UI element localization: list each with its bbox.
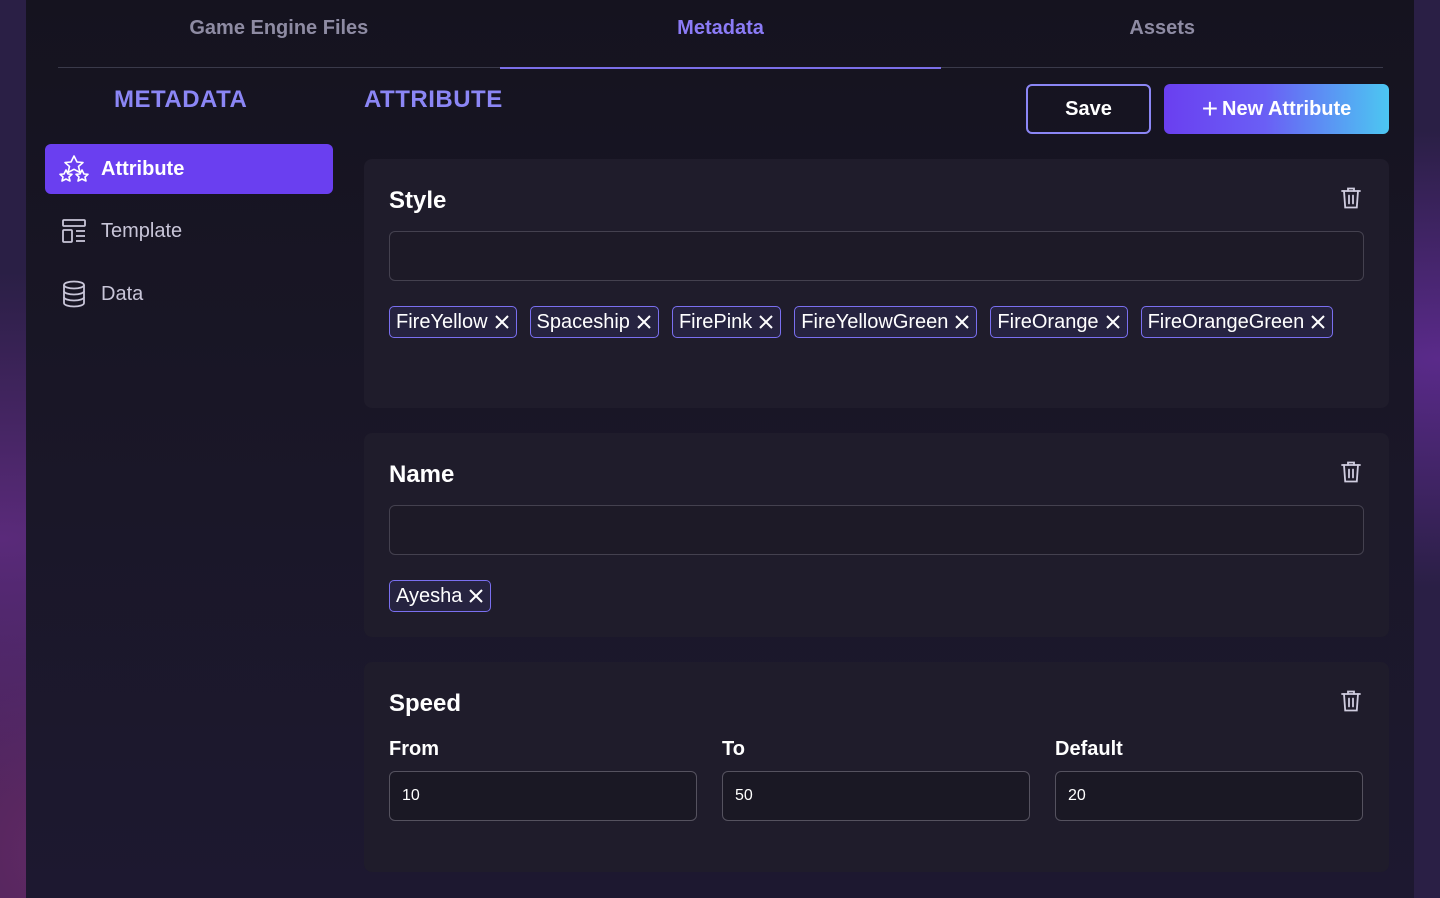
from-input[interactable] [389, 771, 697, 821]
name-input[interactable] [389, 505, 1364, 555]
new-attribute-label: New Attribute [1222, 97, 1352, 120]
trash-icon[interactable] [1338, 185, 1364, 211]
page-title: ATTRIBUTE [364, 86, 503, 113]
card-title: Style [389, 187, 447, 214]
tag-label: Spaceship [536, 310, 630, 333]
tab-assets[interactable]: Assets [941, 0, 1383, 68]
plus-icon: + [1201, 93, 1219, 124]
close-icon[interactable] [758, 314, 774, 330]
sidebar-item-label: Attribute [101, 157, 185, 180]
close-icon[interactable] [494, 314, 510, 330]
to-label: To [722, 738, 745, 760]
top-tabs: Game Engine Files Metadata Assets [58, 0, 1383, 69]
close-icon[interactable] [636, 314, 652, 330]
tab-metadata[interactable]: Metadata [499, 0, 942, 69]
tag-label: FirePink [678, 310, 753, 333]
trash-icon[interactable] [1338, 688, 1364, 714]
tag-chip: FireYellowGreen [794, 306, 978, 338]
tag-chip: FireOrange [990, 306, 1128, 338]
tag-label: FireYellowGreen [801, 310, 949, 333]
close-icon[interactable] [1105, 314, 1121, 330]
tag-chip: FireYellow [389, 306, 517, 338]
style-input[interactable] [389, 231, 1364, 281]
close-icon[interactable] [468, 588, 484, 604]
sidebar-item-data[interactable]: Data [45, 269, 333, 319]
main-panel: Game Engine Files Metadata Assets METADA… [26, 0, 1414, 898]
tab-game-engine-files[interactable]: Game Engine Files [58, 0, 500, 68]
attribute-card-speed: Speed From To Default [364, 662, 1389, 872]
sidebar-item-attribute[interactable]: Attribute [45, 144, 333, 194]
shapes-icon [59, 154, 89, 184]
name-tag-list: Ayesha [389, 580, 1364, 612]
style-tag-list: FireYellow Spaceship FirePink FireYellow… [389, 306, 1364, 338]
tag-label: FireOrangeGreen [1147, 310, 1305, 333]
attribute-card-name: Name Ayesha [364, 433, 1389, 637]
tag-label: Ayesha [396, 584, 463, 607]
tag-chip: Ayesha [389, 580, 492, 612]
tag-chip: FireOrangeGreen [1140, 306, 1334, 338]
sidebar-item-label: Template [101, 219, 183, 242]
default-input[interactable] [1055, 771, 1363, 821]
trash-icon[interactable] [1338, 459, 1364, 485]
default-label: Default [1055, 738, 1123, 760]
sidebar-item-label: Data [101, 282, 144, 305]
new-attribute-button[interactable]: + New Attribute [1164, 84, 1389, 134]
close-icon[interactable] [954, 314, 970, 330]
close-icon[interactable] [1310, 314, 1326, 330]
tag-label: FireOrange [997, 310, 1099, 333]
to-input[interactable] [722, 771, 1030, 821]
sidebar-title: METADATA [114, 86, 248, 113]
tag-label: FireYellow [396, 310, 488, 333]
save-button[interactable]: Save [1026, 84, 1151, 134]
sidebar-item-template[interactable]: Template [45, 206, 333, 256]
layout-icon [59, 216, 89, 246]
database-icon [59, 279, 89, 309]
attribute-card-style: Style FireYellow Spaceship FirePink Fire… [364, 159, 1389, 408]
card-title: Name [389, 461, 455, 488]
tag-chip: Spaceship [529, 306, 659, 338]
from-label: From [389, 738, 439, 760]
tag-chip: FirePink [671, 306, 782, 338]
card-title: Speed [389, 690, 462, 717]
